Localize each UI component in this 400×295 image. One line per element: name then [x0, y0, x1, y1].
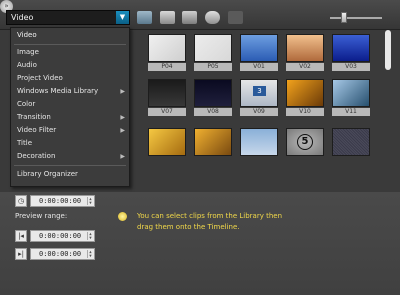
timecode-value: 0:00:00:00 [39, 250, 82, 258]
menu-item-label: Decoration [17, 152, 56, 160]
submenu-arrow-icon: ▶ [120, 127, 125, 134]
category-dropdown-menu: Video Image Audio Project Video Windows … [10, 27, 130, 187]
disabled-icon [228, 11, 243, 24]
menu-item-transition[interactable]: Transition ▶ [11, 111, 129, 124]
vertical-scrollbar[interactable] [385, 30, 391, 70]
thumb-label: P04 [148, 63, 186, 71]
thumb-v03[interactable] [332, 34, 370, 62]
timecode-current[interactable]: 0:00:00:00 ▲ ▼ [30, 195, 95, 207]
thumb-label: V01 [240, 63, 278, 71]
countdown-digit: 5 [297, 134, 313, 150]
timecode-value: 0:00:00:00 [39, 197, 82, 205]
thumb-label: V03 [332, 63, 370, 71]
timecode-end[interactable]: 0:00:00:00 ▲ ▼ [30, 248, 95, 260]
submenu-arrow-icon: ▶ [120, 88, 125, 95]
spin-arrows-icon[interactable]: ▲ ▼ [87, 232, 93, 240]
menu-item-label: Library Organizer [17, 170, 78, 178]
menu-item-label: Project Video [17, 74, 63, 82]
menu-item-label: Transition [17, 113, 51, 121]
refresh-icon[interactable] [205, 11, 220, 24]
thumb-label: V10 [286, 108, 324, 116]
spin-arrows-icon[interactable]: ▲ ▼ [87, 250, 93, 258]
timecode-start[interactable]: 0:00:00:00 ▲ ▼ [30, 230, 95, 242]
mark-out-icon[interactable]: ▸| [15, 248, 27, 260]
monitor-digit: 3 [253, 86, 266, 96]
thumb-clip[interactable] [148, 128, 186, 156]
preview-panel [0, 192, 400, 295]
thumb-clip[interactable] [194, 128, 232, 156]
menu-item-label: Audio [17, 61, 37, 69]
menu-item-project-video[interactable]: Project Video [11, 72, 129, 85]
category-select[interactable]: Video ▼ [6, 10, 130, 25]
library-panel: Video ▼ » P04 P05 V01 V02 V03 3 V07 V08 … [0, 0, 400, 295]
import-icon[interactable] [160, 11, 175, 24]
zoom-slider-track[interactable] [330, 17, 382, 19]
menu-item-video[interactable]: Video [11, 29, 129, 42]
thumb-v11[interactable] [332, 79, 370, 107]
menu-item-decoration[interactable]: Decoration ▶ [11, 150, 129, 163]
menu-item-label: Title [17, 139, 33, 147]
lightbulb-icon [118, 212, 127, 221]
thumb-v09[interactable]: 3 [240, 79, 278, 107]
library-toolbar: Video ▼ » [0, 0, 400, 30]
thumb-clip[interactable] [240, 128, 278, 156]
menu-item-audio[interactable]: Audio [11, 59, 129, 72]
menu-item-label: Color [17, 100, 36, 108]
timecode-value: 0:00:00:00 [39, 232, 82, 240]
chevron-down-icon[interactable]: ▼ [116, 11, 129, 24]
menu-item-label: Image [17, 48, 39, 56]
menu-item-color[interactable]: Color [11, 98, 129, 111]
thumb-label: V02 [286, 63, 324, 71]
submenu-arrow-icon: ▶ [120, 114, 125, 121]
menu-item-library-organizer[interactable]: Library Organizer [11, 168, 129, 181]
zoom-slider-thumb[interactable] [341, 12, 347, 23]
menu-item-image[interactable]: Image [11, 46, 129, 59]
clock-icon: ◷ [15, 195, 27, 207]
thumb-label: V07 [148, 108, 186, 116]
thumb-p05[interactable] [194, 34, 232, 62]
spin-arrows-icon[interactable]: ▲ ▼ [87, 197, 93, 205]
menu-separator [14, 165, 126, 166]
menu-item-label: Video [17, 31, 37, 39]
thumb-label: V08 [194, 108, 232, 116]
thumb-v01[interactable] [240, 34, 278, 62]
list-view-icon[interactable] [182, 11, 197, 24]
hint-text: You can select clips from the Library th… [137, 212, 283, 231]
thumb-v02[interactable] [286, 34, 324, 62]
menu-item-windows-media-library[interactable]: Windows Media Library ▶ [11, 85, 129, 98]
menu-item-title[interactable]: Title [11, 137, 129, 150]
mark-in-icon[interactable]: |◂ [15, 230, 27, 242]
submenu-arrow-icon: ▶ [120, 153, 125, 160]
folder-icon[interactable] [137, 11, 152, 24]
thumb-v10[interactable] [286, 79, 324, 107]
menu-item-label: Video Filter [17, 126, 57, 134]
thumb-label: V11 [332, 108, 370, 116]
category-select-value: Video [11, 13, 34, 22]
thumb-p04[interactable] [148, 34, 186, 62]
thumb-v08[interactable] [194, 79, 232, 107]
preview-range-label: Preview range: [15, 212, 68, 220]
menu-item-video-filter[interactable]: Video Filter ▶ [11, 124, 129, 137]
menu-separator [14, 44, 126, 45]
thumb-v07[interactable] [148, 79, 186, 107]
thumb-clip[interactable] [332, 128, 370, 156]
menu-item-label: Windows Media Library [17, 87, 99, 95]
thumb-label: V09 [240, 108, 278, 116]
thumb-countdown[interactable]: 5 [286, 128, 324, 156]
thumb-label: P05 [194, 63, 232, 71]
